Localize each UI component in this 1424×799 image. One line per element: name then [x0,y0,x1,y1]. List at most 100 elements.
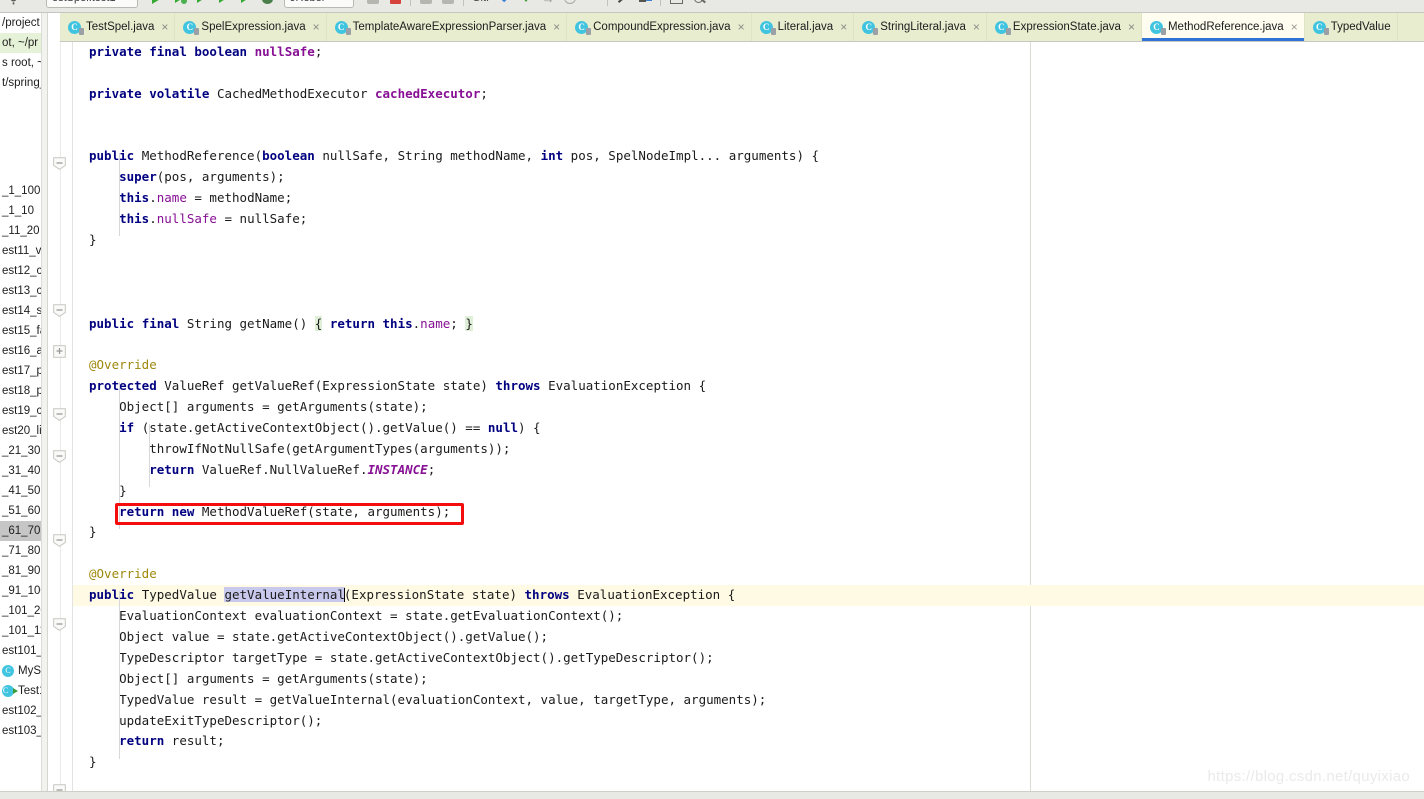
fold-collapse-icon[interactable] [53,408,66,421]
code-line[interactable]: this.name = methodName; [73,188,1424,209]
code-line[interactable]: Object[] arguments = getArguments(state)… [73,397,1424,418]
project-tree-item[interactable]: _41_50 [0,481,47,501]
code-line-current[interactable]: public TypedValue getValueInternal(Expre… [48,585,1424,607]
project-tree-item[interactable]: est103_ [0,721,47,741]
code-line[interactable]: TypedValue result = getValueInternal(eva… [73,690,1424,711]
run-configuration-selector[interactable]: estSpel.test1 [46,0,138,8]
project-tree-item[interactable]: est13_c [0,281,47,301]
code-line[interactable]: public MethodReference(boolean nullSafe,… [73,146,1424,167]
project-tree-item[interactable]: t/spring_ [0,73,47,93]
project-tree-item[interactable]: _101_110 [0,621,47,641]
fold-collapse-icon[interactable] [53,618,66,631]
code-line[interactable]: if (state.getActiveContextObject().getVa… [73,418,1424,439]
code-text[interactable]: private final boolean nullSafe; private v… [48,42,1424,799]
code-line[interactable]: @Override [73,355,1424,376]
stop-bug-icon[interactable] [256,0,278,9]
code-line[interactable]: TypeDescriptor targetType = state.getAct… [73,648,1424,669]
editor-tab[interactable]: C TemplateAwareExpressionParser.java × [327,13,568,41]
close-icon[interactable]: × [973,21,980,33]
debug-icon[interactable] [190,0,212,9]
attach-process-icon[interactable] [362,0,384,9]
code-editor[interactable]: private final boolean nullSafe; private v… [48,42,1424,799]
code-line[interactable]: Object value = state.getActiveContextObj… [73,627,1424,648]
project-tree[interactable]: /project ot, ~/pr s root, ~ t/spring_ _1_100… [0,13,47,741]
editor-gutter[interactable] [48,42,73,799]
close-icon[interactable]: × [161,21,168,33]
editor-tab[interactable]: C TypedValue [1305,13,1398,41]
rerun-icon[interactable] [234,0,256,9]
update-project-icon[interactable] [437,0,459,9]
project-tree-item[interactable]: _1_100 [0,181,47,201]
project-tree-item[interactable]: _21_30 [0,441,47,461]
code-line[interactable] [73,293,1424,314]
code-line[interactable]: return ValueRef.NullValueRef.INSTANCE; [73,460,1424,481]
project-tree-item[interactable]: est19_c [0,401,47,421]
code-line[interactable] [73,334,1424,355]
debug-with-coverage-icon[interactable] [168,0,190,9]
editor-tab[interactable]: C SpelExpression.java × [175,13,327,41]
project-tree-item[interactable]: est101_n [0,641,47,661]
forward-icon[interactable]: → [537,0,559,9]
attach-debugger-icon[interactable] [415,0,437,9]
project-tree-item[interactable]: est16_a [0,341,47,361]
editor-tab-active[interactable]: C MethodReference.java × [1141,13,1305,41]
code-line[interactable]: this.nullSafe = nullSafe; [73,209,1424,230]
fold-collapse-icon[interactable] [53,157,66,170]
search-everywhere-icon[interactable] [687,0,709,9]
project-tree-item[interactable]: C MySe [0,661,47,681]
code-line[interactable] [73,126,1424,147]
code-line[interactable]: private volatile CachedMethodExecutor ca… [73,84,1424,105]
commit-icon[interactable]: ⬇ [493,0,515,9]
run-with-profiler-icon[interactable] [212,0,234,9]
editor-tab[interactable]: C TestSpel.java × [60,13,176,41]
project-tree-item[interactable]: CTest10 [0,681,47,701]
code-line[interactable]: EvaluationContext evaluationContext = st… [73,606,1424,627]
build-icon[interactable] [634,0,656,9]
push-icon[interactable] [515,0,537,9]
code-line[interactable] [73,105,1424,126]
history-icon[interactable] [559,0,581,9]
project-tree-item[interactable]: est11_va [0,241,47,261]
code-line[interactable]: protected ValueRef getValueRef(Expressio… [73,376,1424,397]
close-icon[interactable]: × [553,21,560,33]
code-line[interactable]: Object[] arguments = getArguments(state)… [73,669,1424,690]
project-tree-item[interactable]: _11_20 [0,221,47,241]
code-line[interactable] [73,63,1424,84]
project-tree-item[interactable]: /project [0,13,47,33]
code-line[interactable]: updateExitTypeDescriptor(); [73,711,1424,732]
minimize-icon[interactable] [24,0,46,9]
project-tree-item[interactable]: ot, ~/pr [0,33,47,53]
project-tree-item[interactable]: _51_60 [0,501,47,521]
code-line[interactable]: private final boolean nullSafe; [73,42,1424,63]
project-tree-item[interactable]: est20_li [0,421,47,441]
run-icon[interactable] [146,0,168,9]
fold-collapse-icon[interactable] [53,534,66,547]
project-tool-window[interactable]: /project ot, ~/pr s root, ~ t/spring_ _1_100… [0,13,48,799]
editor-tab[interactable]: C StringLiteral.java × [854,13,987,41]
code-line[interactable]: @Override [73,564,1424,585]
code-line[interactable] [73,251,1424,272]
code-line[interactable]: } [73,522,1424,543]
code-line[interactable]: public final String getName() { return t… [73,314,1424,335]
code-line[interactable]: } [73,481,1424,502]
close-icon[interactable]: × [313,21,320,33]
editor-tab[interactable]: C CompoundExpression.java × [567,13,752,41]
project-tree-item[interactable]: _101_200 [0,601,47,621]
code-line[interactable] [73,543,1424,564]
settings-gear-icon[interactable] [2,0,24,9]
project-tree-item[interactable]: est15_fa [0,321,47,341]
code-line[interactable]: throwIfNotNullSafe(getArgumentTypes(argu… [73,439,1424,460]
project-tree-item[interactable]: est17_p [0,361,47,381]
project-tree-item[interactable]: _1_10 [0,201,47,221]
project-tree-item[interactable]: est12_c [0,261,47,281]
project-tree-item[interactable]: _91_100 [0,581,47,601]
code-line[interactable]: super(pos, arguments); [73,167,1424,188]
editor-tab[interactable]: C Literal.java × [752,13,855,41]
code-line[interactable] [73,272,1424,293]
close-icon[interactable]: × [840,21,847,33]
undo-icon[interactable]: ↷ [581,0,603,9]
project-tree-item[interactable]: est14_s [0,301,47,321]
stop-icon[interactable] [384,0,406,9]
edit-icon[interactable] [612,0,634,9]
jrebel-selector[interactable]: JRebel [284,0,354,8]
